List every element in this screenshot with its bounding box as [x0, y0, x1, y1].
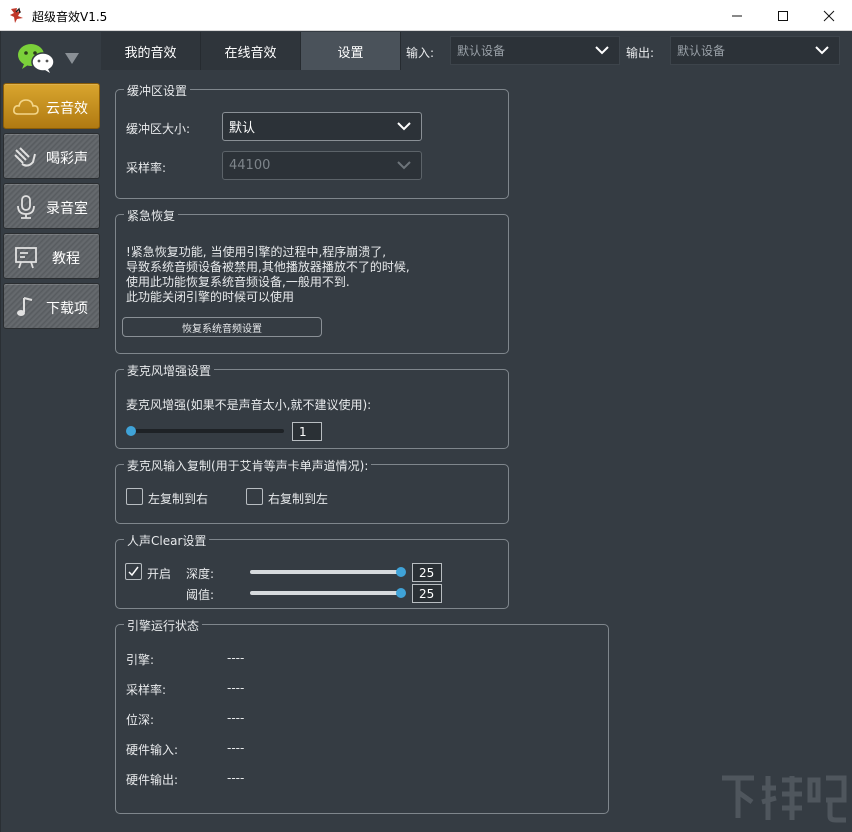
- window-title: 超级音效V1.5: [32, 8, 107, 25]
- mic-input-copy-group: 麦克风输入复制(用于艾肯等声卡单声道情况): 左复制到右 右复制到左: [115, 464, 509, 524]
- dropdown-caret-icon[interactable]: [64, 50, 80, 66]
- mic-boost-group: 麦克风增强设置 麦克风增强(如果不是声音太小,就不建议使用): 1: [115, 369, 509, 449]
- depth-value-box[interactable]: 25: [412, 563, 442, 582]
- sidebar-item-label: 下载项: [46, 298, 88, 318]
- input-device-select[interactable]: 默认设备: [450, 36, 620, 65]
- maximize-button[interactable]: [760, 0, 806, 31]
- threshold-label: 阈值:: [186, 586, 214, 603]
- sidebar-item-applause[interactable]: 喝彩声: [3, 133, 100, 179]
- tutorial-icon: [12, 244, 40, 270]
- sidebar-item-label: 教程: [52, 248, 80, 268]
- left-to-right-checkbox[interactable]: [126, 488, 143, 505]
- chevron-down-icon: [815, 45, 829, 55]
- chevron-down-icon: [397, 121, 411, 131]
- mic-boost-value-box[interactable]: 1: [292, 422, 322, 441]
- mic-boost-slider[interactable]: [128, 429, 284, 433]
- sidebar-item-tutorial[interactable]: 教程: [3, 233, 100, 279]
- sidebar-item-label: 喝彩声: [46, 148, 88, 168]
- bit-depth-value: ----: [227, 711, 244, 725]
- bit-depth-label: 位深:: [126, 711, 154, 728]
- hardware-output-value: ----: [227, 771, 244, 785]
- output-device-label: 输出:: [626, 44, 654, 61]
- app-logo-icon: [8, 6, 26, 24]
- threshold-value: 25: [419, 587, 434, 601]
- sample-rate-value: 44100: [229, 158, 270, 173]
- chevron-down-icon: [397, 160, 411, 170]
- sidebar-item-studio[interactable]: 录音室: [3, 183, 100, 229]
- buffer-settings-group: 缓冲区设置 缓冲区大小: 默认 采样率: 44100: [115, 89, 509, 199]
- hardware-output-label: 硬件输出:: [126, 771, 178, 788]
- chevron-down-icon: [595, 45, 609, 55]
- emergency-recovery-group: 紧急恢复 !紧急恢复功能, 当使用引擎的过程中,程序崩溃了, 导致系统音频设备被…: [115, 214, 509, 354]
- slider-handle[interactable]: [396, 567, 406, 577]
- buffer-size-select[interactable]: 默认: [222, 112, 422, 141]
- depth-value: 25: [419, 566, 434, 580]
- input-device-label: 输入:: [406, 44, 434, 61]
- vocal-clear-enable-label: 开启: [147, 565, 171, 582]
- output-device-value: 默认设备: [677, 42, 725, 59]
- recovery-text-line: 此功能关闭引擎的时候可以使用: [126, 288, 294, 305]
- minimize-button[interactable]: [714, 0, 760, 31]
- hardware-input-value: ----: [227, 741, 244, 755]
- depth-slider[interactable]: [250, 570, 402, 574]
- mic-boost-value: 1: [299, 425, 307, 439]
- group-title: 麦克风增强设置: [124, 362, 214, 379]
- output-device-select[interactable]: 默认设备: [670, 36, 840, 65]
- mic-boost-label: 麦克风增强(如果不是声音太小,就不建议使用):: [126, 396, 371, 413]
- depth-label: 深度:: [186, 565, 214, 582]
- close-button[interactable]: [806, 0, 852, 31]
- buffer-size-value: 默认: [229, 117, 255, 136]
- slider-handle[interactable]: [126, 426, 136, 436]
- right-to-left-label: 右复制到左: [268, 490, 328, 507]
- engine-label: 引擎:: [126, 651, 154, 668]
- sidebar-item-label: 录音室: [46, 198, 88, 218]
- threshold-value-box[interactable]: 25: [412, 584, 442, 603]
- minimize-icon: [731, 10, 743, 22]
- left-to-right-label: 左复制到右: [148, 490, 208, 507]
- threshold-slider[interactable]: [250, 591, 402, 595]
- watermark-logo-icon: [718, 770, 848, 826]
- slider-fill: [250, 591, 398, 595]
- restore-audio-button[interactable]: 恢复系统音频设置: [122, 317, 322, 337]
- slider-handle[interactable]: [396, 588, 406, 598]
- group-title: 引擎运行状态: [124, 617, 202, 634]
- group-title: 麦克风输入复制(用于艾肯等声卡单声道情况):: [124, 457, 371, 474]
- title-bar: 超级音效V1.5: [0, 0, 852, 31]
- tab-label: 设置: [337, 42, 363, 61]
- status-sample-rate-value: ----: [227, 681, 244, 695]
- tab-my-effects[interactable]: 我的音效: [101, 32, 201, 70]
- input-device-value: 默认设备: [457, 42, 505, 59]
- music-note-icon: [12, 294, 40, 320]
- vocal-clear-enable-checkbox[interactable]: [125, 563, 142, 580]
- sidebar-item-label: 云音效: [46, 98, 88, 118]
- engine-value: ----: [227, 651, 244, 665]
- status-sample-rate-label: 采样率:: [126, 681, 166, 698]
- group-title: 缓冲区设置: [124, 82, 190, 99]
- slider-fill: [250, 570, 398, 574]
- right-to-left-checkbox[interactable]: [246, 488, 263, 505]
- engine-status-group: 引擎运行状态 引擎: ---- 采样率: ---- 位深: ---- 硬件输入:…: [115, 624, 609, 814]
- sidebar-item-downloads[interactable]: 下载项: [3, 283, 100, 329]
- tab-label: 我的音效: [124, 42, 176, 61]
- maximize-icon: [777, 10, 789, 22]
- restore-audio-button-label: 恢复系统音频设置: [182, 320, 262, 335]
- vocal-clear-group: 人声Clear设置 开启 深度: 25 阈值: 25: [115, 539, 509, 609]
- close-icon: [823, 10, 835, 22]
- sample-rate-select[interactable]: 44100: [222, 151, 422, 180]
- wechat-icon[interactable]: [16, 42, 56, 74]
- buffer-size-label: 缓冲区大小:: [126, 120, 190, 137]
- sample-rate-label: 采样率:: [126, 159, 166, 176]
- hardware-input-label: 硬件输入:: [126, 741, 178, 758]
- microphone-icon: [12, 194, 40, 220]
- tab-online-effects[interactable]: 在线音效: [201, 32, 301, 70]
- group-title: 紧急恢复: [124, 207, 178, 224]
- cloud-icon: [12, 94, 40, 120]
- applause-icon: [12, 144, 40, 170]
- sidebar-item-cloud-effects[interactable]: 云音效: [3, 83, 100, 129]
- checkmark-icon: [128, 566, 139, 577]
- group-title: 人声Clear设置: [124, 532, 209, 549]
- tab-label: 在线音效: [224, 42, 276, 61]
- tab-settings[interactable]: 设置: [301, 32, 401, 70]
